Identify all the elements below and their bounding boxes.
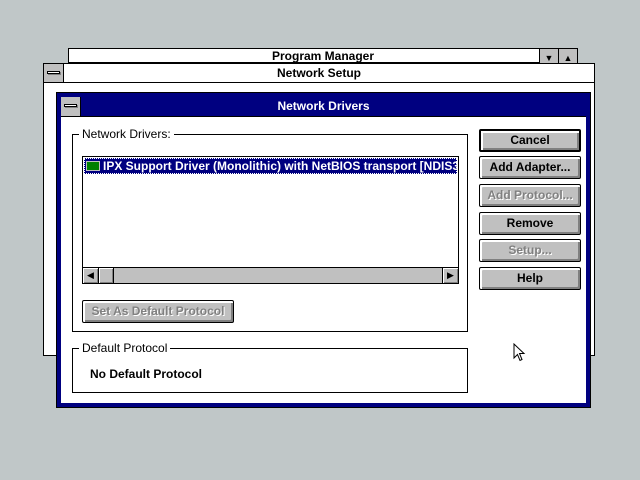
- scroll-thumb[interactable]: [99, 268, 114, 283]
- set-default-protocol-button[interactable]: Set As Default Protocol: [82, 300, 234, 323]
- add-protocol-button[interactable]: Add Protocol...: [479, 184, 581, 207]
- network-drivers-group-label: Network Drivers:: [79, 127, 174, 141]
- network-card-icon: [86, 161, 100, 171]
- network-drivers-title: Network Drivers: [61, 97, 586, 117]
- help-button[interactable]: Help: [479, 267, 581, 290]
- network-setup-title: Network Setup: [44, 64, 594, 83]
- scroll-left-icon[interactable]: ◀: [83, 268, 99, 283]
- default-protocol-value: No Default Protocol: [90, 367, 203, 381]
- program-manager-title: Program Manager: [69, 49, 577, 63]
- list-item[interactable]: IPX Support Driver (Monolithic) with Net…: [84, 158, 457, 174]
- remove-button[interactable]: Remove: [479, 212, 581, 235]
- default-protocol-group: Default Protocol No Default Protocol: [72, 341, 468, 393]
- network-drivers-group: Network Drivers: IPX Support Driver (Mon…: [72, 127, 468, 332]
- add-adapter-button[interactable]: Add Adapter...: [479, 156, 581, 179]
- setup-button[interactable]: Setup...: [479, 239, 581, 262]
- default-protocol-group-label: Default Protocol: [79, 341, 171, 355]
- driver-label: IPX Support Driver (Monolithic) with Net…: [103, 159, 457, 173]
- cancel-button[interactable]: Cancel: [479, 129, 581, 152]
- network-drivers-dialog: Network Drivers Network Drivers: IPX Sup…: [56, 92, 591, 408]
- horizontal-scrollbar[interactable]: ◀ ▶: [83, 267, 458, 283]
- system-menu-icon[interactable]: [44, 64, 64, 82]
- system-menu-icon[interactable]: [61, 97, 81, 116]
- scroll-right-icon[interactable]: ▶: [442, 268, 458, 283]
- drivers-listbox[interactable]: IPX Support Driver (Monolithic) with Net…: [82, 156, 459, 284]
- mouse-pointer-icon: [513, 343, 526, 362]
